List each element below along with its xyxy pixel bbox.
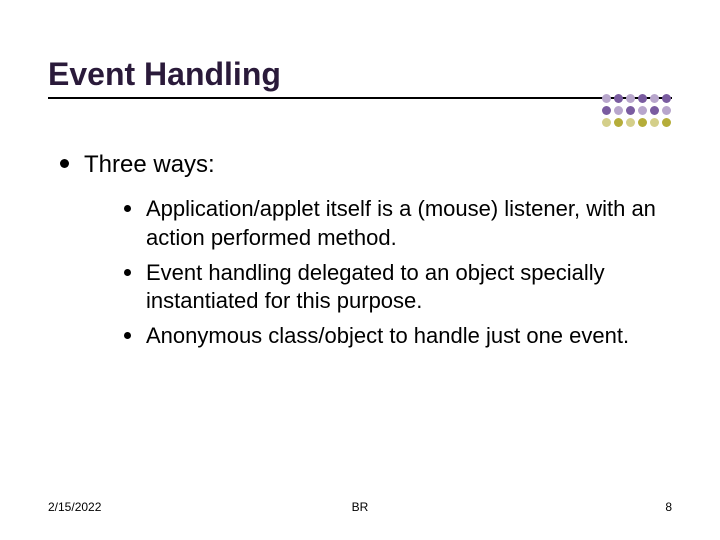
decorative-dots	[602, 94, 672, 128]
list-item-l2: Application/applet itself is a (mouse) l…	[120, 195, 672, 252]
list-item-text: Application/applet itself is a (mouse) l…	[146, 196, 656, 250]
footer: 2/15/2022 BR 8	[48, 500, 672, 514]
list-item-l2: Event handling delegated to an object sp…	[120, 259, 672, 316]
slide: Event Handling Three ways: Application/a…	[0, 0, 720, 540]
list-item-text: Anonymous class/object to handle just on…	[146, 323, 629, 348]
footer-center: BR	[48, 500, 672, 514]
title-wrap: Event Handling	[48, 56, 672, 99]
slide-title: Event Handling	[48, 56, 672, 97]
title-rule	[48, 97, 672, 99]
bullet-list-l2: Application/applet itself is a (mouse) l…	[84, 195, 672, 350]
list-item-text: Three ways:	[84, 151, 215, 178]
list-item-l1: Three ways: Application/applet itself is…	[56, 149, 672, 350]
list-item-l2: Anonymous class/object to handle just on…	[120, 322, 672, 351]
content: Three ways: Application/applet itself is…	[48, 149, 672, 350]
bullet-list-l1: Three ways: Application/applet itself is…	[48, 149, 672, 350]
list-item-text: Event handling delegated to an object sp…	[146, 260, 605, 314]
